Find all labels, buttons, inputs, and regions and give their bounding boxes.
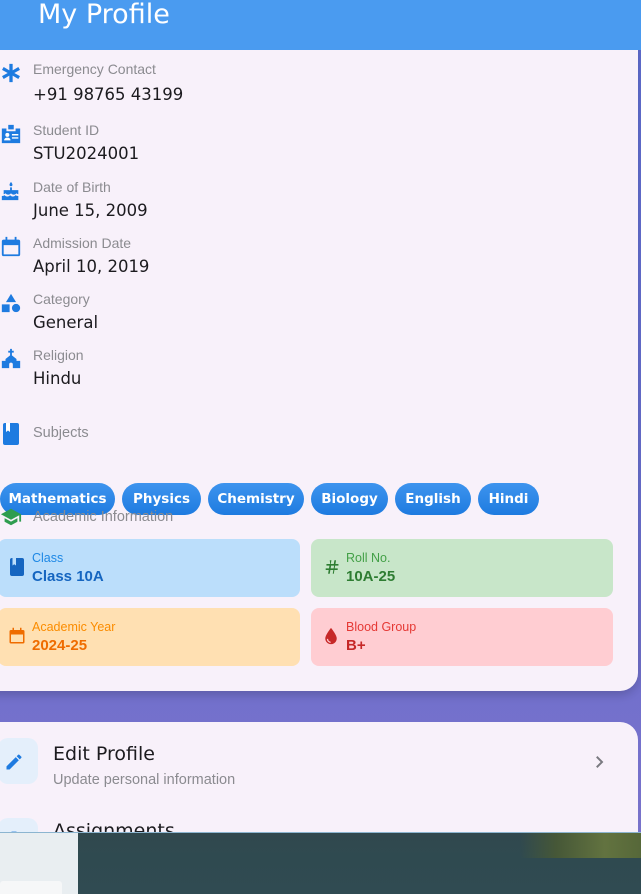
info-row-admission-date: Admission Date April 10, 2019 xyxy=(0,235,600,285)
calendar-icon xyxy=(1,236,21,257)
field-label: Admission Date xyxy=(33,235,132,251)
hash-icon xyxy=(325,560,339,574)
info-row-category: Category General xyxy=(0,291,600,341)
id-badge-icon xyxy=(1,124,21,144)
grass-scenery xyxy=(520,833,641,858)
tile-value: Class 10A xyxy=(32,568,104,585)
edit-profile-action[interactable]: Edit Profile Update personal information xyxy=(0,738,600,794)
pencil-icon xyxy=(6,754,22,770)
tile-value: B+ xyxy=(346,637,366,654)
subject-chip[interactable]: Hindi xyxy=(478,483,539,515)
book-icon xyxy=(10,558,24,576)
tile-roll-no: Roll No. 10A-25 xyxy=(311,539,613,597)
side-panel xyxy=(0,833,78,894)
asterisk-icon xyxy=(2,63,20,83)
tile-label: Class xyxy=(32,551,64,565)
field-label: Student ID xyxy=(33,122,100,138)
tile-class: Class Class 10A xyxy=(0,539,300,597)
subject-chip[interactable]: English xyxy=(395,483,471,515)
academic-title: Academic Information xyxy=(33,509,174,525)
tile-label: Roll No. xyxy=(346,551,391,565)
edit-icon-box xyxy=(0,738,38,784)
field-label: Religion xyxy=(33,347,84,363)
cake-icon xyxy=(1,181,19,201)
field-value: STU2024001 xyxy=(33,144,140,163)
calendar-icon xyxy=(9,627,25,644)
info-row-date-of-birth: Date of Birth June 15, 2009 xyxy=(0,179,600,229)
field-value: General xyxy=(33,313,99,332)
info-row-emergency-contact: Emergency Contact +91 98765 43199 xyxy=(0,61,600,111)
subjects-title: Subjects xyxy=(33,425,89,441)
category-icon xyxy=(1,293,21,313)
field-label: Date of Birth xyxy=(33,179,111,195)
tile-value: 10A-25 xyxy=(346,568,396,585)
subject-chip[interactable]: Chemistry xyxy=(208,483,304,515)
info-row-religion: Religion Hindu xyxy=(0,347,600,397)
app-bar: My Profile xyxy=(0,0,641,50)
page-title: My Profile xyxy=(38,0,170,30)
subject-chip[interactable]: Biology xyxy=(311,483,388,515)
field-value: +91 98765 43199 xyxy=(33,85,184,104)
field-value: Hindu xyxy=(33,369,82,388)
side-panel-inner xyxy=(0,881,62,894)
tile-academic-year: Academic Year 2024-25 xyxy=(0,608,300,666)
graduation-cap-icon xyxy=(0,508,22,526)
church-icon xyxy=(1,348,21,369)
profile-card: Emergency Contact +91 98765 43199 Studen… xyxy=(0,30,638,691)
field-value: June 15, 2009 xyxy=(33,201,148,220)
action-subtitle: Update personal information xyxy=(53,772,236,788)
field-label: Emergency Contact xyxy=(33,61,156,77)
tile-label: Academic Year xyxy=(32,620,116,634)
book-icon xyxy=(3,423,19,445)
blood-drop-icon xyxy=(325,627,337,645)
field-label: Category xyxy=(33,291,90,307)
chevron-right-icon[interactable] xyxy=(590,753,608,771)
tile-label: Blood Group xyxy=(346,620,417,634)
tile-value: 2024-25 xyxy=(32,637,88,654)
field-value: April 10, 2019 xyxy=(33,257,150,276)
tile-blood-group: Blood Group B+ xyxy=(311,608,613,666)
info-row-student-id: Student ID STU2024001 xyxy=(0,122,600,172)
action-title: Edit Profile xyxy=(53,743,155,765)
